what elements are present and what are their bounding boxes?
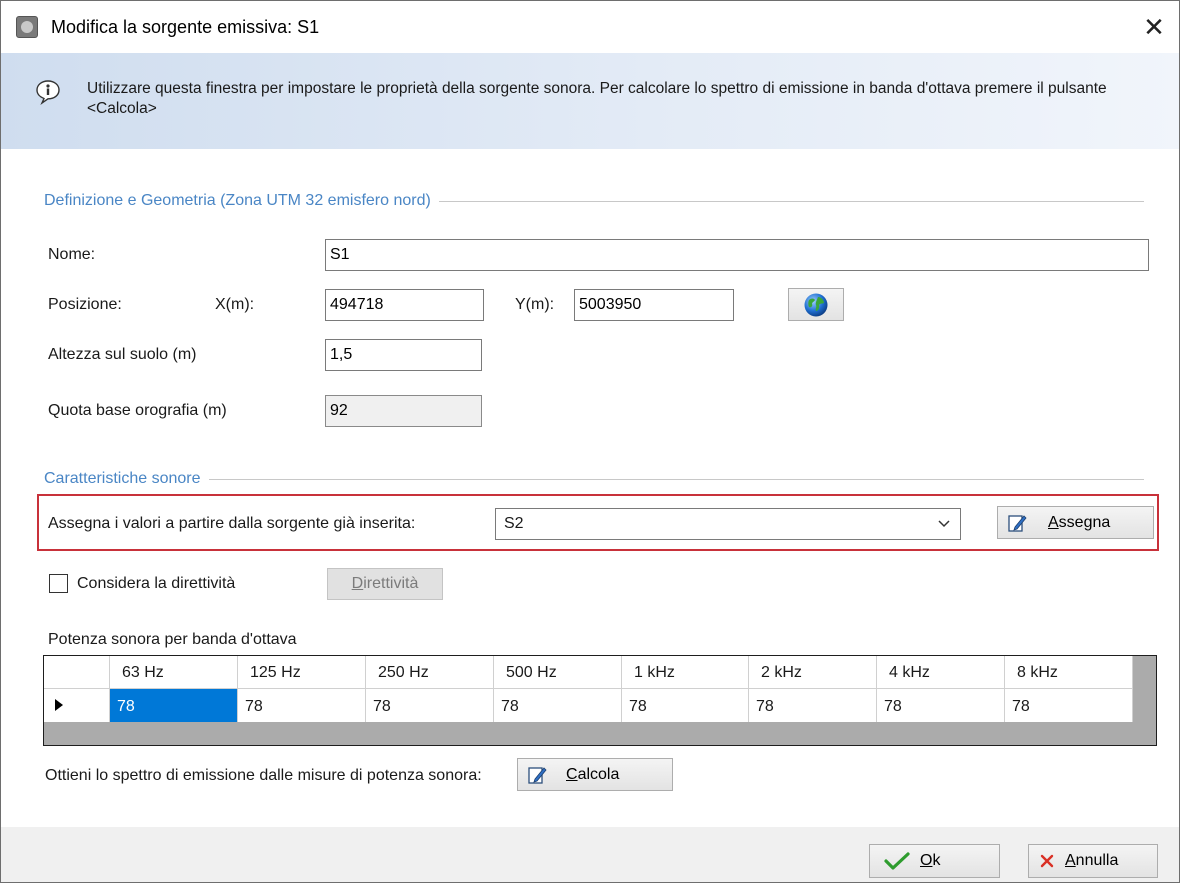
source-select-value: S2	[504, 515, 524, 532]
sound-section-title: Caratteristiche sonore	[44, 470, 209, 488]
info-text: Utilizzare questa finestra per impostare…	[87, 80, 1107, 117]
directivity-checkbox-label: Considera la direttività	[77, 575, 236, 592]
grid-header-8khz[interactable]: 8 kHz	[1005, 656, 1133, 688]
y-label: Y(m):	[515, 296, 555, 313]
octave-band-grid: 63 Hz 125 Hz 250 Hz 500 Hz 1 kHz 2 kHz 4…	[43, 655, 1157, 746]
grid-cell-1khz[interactable]: 78	[622, 688, 749, 722]
source-select[interactable]: S2	[495, 508, 961, 540]
calcola-button[interactable]: Calcola	[517, 758, 673, 791]
sound-section-divider	[44, 479, 1144, 480]
grid-corner	[44, 656, 110, 688]
edit-note-icon	[1008, 514, 1027, 532]
x-label: X(m):	[215, 296, 255, 313]
globe-icon	[804, 293, 828, 316]
altezza-label: Altezza sul suolo (m)	[48, 346, 197, 363]
app-icon	[16, 16, 38, 38]
grid-cell-2khz[interactable]: 78	[749, 688, 877, 722]
assign-source-label: Assegna i valori a partire dalla sorgent…	[48, 515, 416, 532]
grid-header-2khz[interactable]: 2 kHz	[749, 656, 877, 688]
posizione-label: Posizione:	[48, 296, 122, 313]
grid-row-indicator[interactable]	[44, 688, 110, 722]
grid-cell-4khz[interactable]: 78	[877, 688, 1005, 722]
cancel-button[interactable]: Annulla	[1028, 844, 1158, 878]
red-x-icon	[1040, 854, 1054, 868]
info-banner: Utilizzare questa finestra per impostare…	[1, 53, 1179, 149]
map-position-button[interactable]	[788, 288, 844, 321]
nome-label: Nome:	[48, 246, 96, 263]
quota-input-readonly	[325, 395, 482, 427]
directivity-checkbox[interactable]	[49, 574, 68, 593]
info-speech-bubble-icon	[36, 80, 60, 105]
altezza-input[interactable]	[325, 339, 482, 371]
spectrum-label: Ottieni lo spettro di emissione dalle mi…	[45, 767, 482, 784]
ok-button[interactable]: Ok	[869, 844, 1000, 878]
nome-input[interactable]	[325, 239, 1149, 271]
geometry-section-title: Definizione e Geometria (Zona UTM 32 emi…	[44, 192, 439, 210]
grid-cell-250hz[interactable]: 78	[366, 688, 494, 722]
grid-header-1khz[interactable]: 1 kHz	[622, 656, 749, 688]
grid-header-63hz[interactable]: 63 Hz	[110, 656, 238, 688]
assign-button-label: Assegna	[1048, 513, 1111, 531]
grid-header-250hz[interactable]: 250 Hz	[366, 656, 494, 688]
edit-note-icon	[528, 766, 547, 784]
directivity-button-label: Direttività	[351, 575, 419, 592]
chevron-down-icon	[938, 520, 950, 528]
grid-header-125hz[interactable]: 125 Hz	[238, 656, 366, 688]
window-title: Modifica la sorgente emissiva: S1	[51, 17, 320, 37]
checkmark-icon	[884, 852, 910, 870]
ok-button-label: Ok	[920, 852, 941, 869]
close-button[interactable]: ✕	[1138, 11, 1170, 43]
grid-cell-63hz[interactable]: 78	[110, 688, 238, 722]
grid-header-500hz[interactable]: 500 Hz	[494, 656, 622, 688]
grid-cell-500hz[interactable]: 78	[494, 688, 622, 722]
quota-label: Quota base orografia (m)	[48, 402, 227, 419]
grid-cell-8khz[interactable]: 78	[1005, 688, 1133, 722]
dialog-footer: Ok Annulla	[1, 827, 1179, 882]
cancel-button-label: Annulla	[1065, 852, 1119, 869]
grid-header-4khz[interactable]: 4 kHz	[877, 656, 1005, 688]
power-band-label: Potenza sonora per banda d'ottava	[48, 631, 297, 648]
calcola-button-label: Calcola	[566, 765, 620, 783]
assign-button[interactable]: Assegna	[997, 506, 1154, 539]
x-coordinate-input[interactable]	[325, 289, 484, 321]
dialog-window: Modifica la sorgente emissiva: S1 ✕ Util…	[0, 0, 1180, 883]
directivity-button[interactable]: Direttività	[327, 568, 443, 600]
title-bar[interactable]: Modifica la sorgente emissiva: S1 ✕	[1, 1, 1179, 53]
y-coordinate-input[interactable]	[574, 289, 734, 321]
grid-cell-125hz[interactable]: 78	[238, 688, 366, 722]
